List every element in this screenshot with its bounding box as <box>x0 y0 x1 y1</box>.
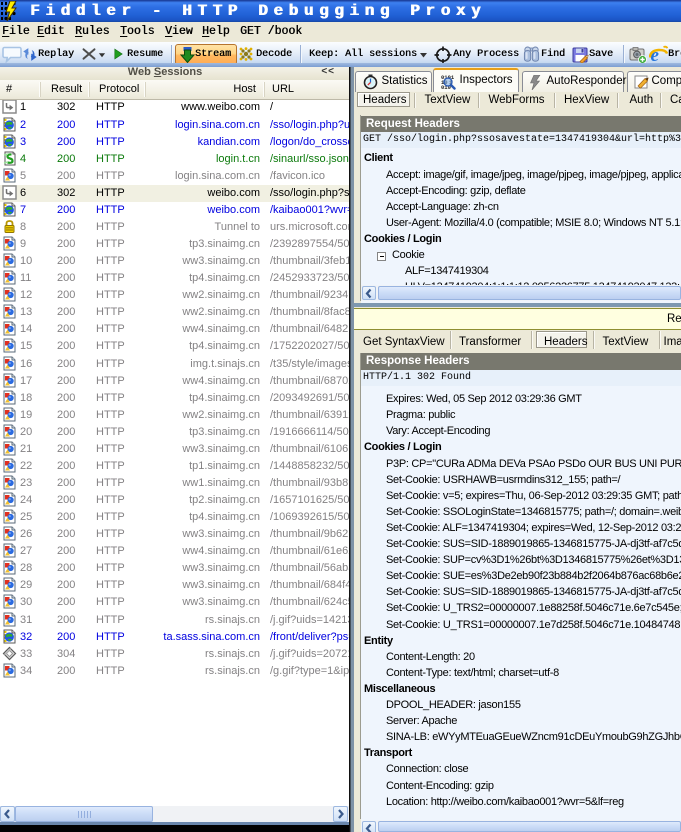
svg-text:e: e <box>651 45 660 65</box>
